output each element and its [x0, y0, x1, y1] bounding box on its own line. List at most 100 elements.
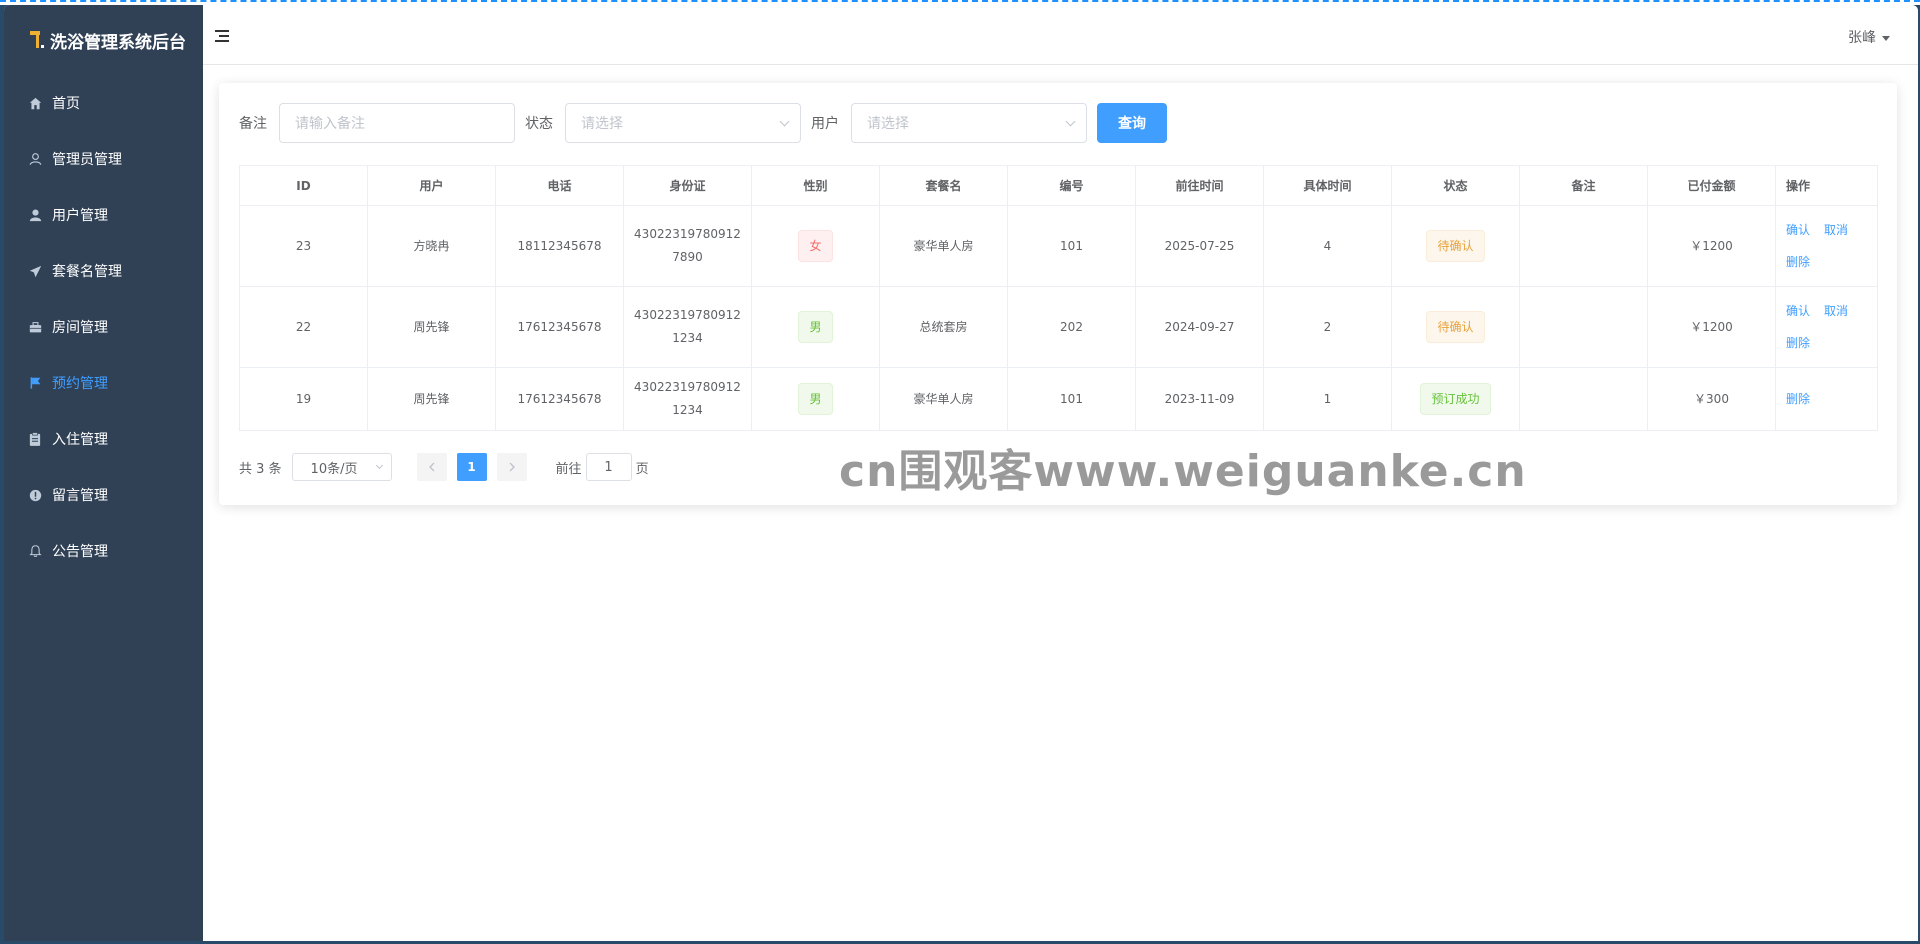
sidebar-item-label: 入住管理	[52, 432, 108, 448]
page-number-button[interactable]: 1	[456, 453, 487, 481]
cell-time: 2	[1263, 286, 1392, 368]
remark-label: 备注	[239, 116, 267, 132]
cell-gender: 女	[751, 205, 880, 287]
cell-user: 方晓冉	[367, 205, 496, 287]
table-row: 22 周先锋 17612345678 430223197809121234 男 …	[239, 286, 1878, 368]
clipboard-icon	[28, 432, 42, 446]
sidebar-item-label: 公告管理	[52, 544, 108, 560]
status-label: 状态	[525, 116, 553, 132]
sidebar-item-users[interactable]: 用户管理	[4, 187, 203, 243]
table-header-row: ID 用户 电话 身份证 性别 套餐名 编号 前往时间 具体时间 状态 备注 已…	[239, 165, 1878, 206]
flag-icon	[28, 376, 42, 390]
cell-package: 总统套房	[879, 286, 1008, 368]
cell-number: 101	[1007, 205, 1136, 287]
status-tag: 预订成功	[1420, 383, 1491, 415]
status-placeholder: 请选择	[581, 116, 623, 132]
user-select[interactable]: 请选择	[851, 103, 1087, 143]
sidebar-item-admin[interactable]: 管理员管理	[4, 131, 203, 187]
cell-gender: 男	[751, 286, 880, 368]
goto-page-input[interactable]: 1	[585, 453, 632, 481]
sidebar-item-reservations[interactable]: 预约管理	[4, 355, 203, 411]
cell-remark	[1519, 367, 1648, 431]
reservation-table: ID 用户 电话 身份证 性别 套餐名 编号 前往时间 具体时间 状态 备注 已…	[239, 165, 1878, 431]
send-icon	[28, 264, 42, 278]
col-header-actions: 操作	[1775, 165, 1878, 206]
col-header-date: 前往时间	[1135, 165, 1264, 206]
home-icon	[28, 96, 42, 110]
reservation-card: 备注 请输入备注 状态 请选择 用户 请选择 查询 ID 用户 电话 身份证 性…	[219, 83, 1897, 505]
status-select[interactable]: 请选择	[565, 103, 801, 143]
sidebar-item-packages[interactable]: 套餐名管理	[4, 243, 203, 299]
bell-icon	[28, 544, 42, 558]
cell-package: 豪华单人房	[879, 205, 1008, 287]
cell-number: 101	[1007, 367, 1136, 431]
cancel-button[interactable]: 取消	[1824, 295, 1848, 327]
confirm-button[interactable]: 确认	[1786, 295, 1810, 327]
status-tag: 待确认	[1426, 230, 1485, 262]
cell-time: 1	[1263, 367, 1392, 431]
col-header-remark: 备注	[1519, 165, 1648, 206]
cell-date: 2024-09-27	[1135, 286, 1264, 368]
hamburger-icon[interactable]	[215, 30, 229, 42]
col-header-package: 套餐名	[879, 165, 1008, 206]
briefcase-icon	[28, 320, 42, 334]
col-header-idcard: 身份证	[623, 165, 752, 206]
page-size-select[interactable]: 10条/页	[291, 453, 392, 481]
cell-actions: 确认 取消 删除	[1775, 286, 1878, 368]
cell-date: 2025-07-25	[1135, 205, 1264, 287]
chevron-left-icon[interactable]	[416, 453, 447, 481]
sidebar-item-rooms[interactable]: 房间管理	[4, 299, 203, 355]
cell-status: 预订成功	[1391, 367, 1520, 431]
remark-placeholder: 请输入备注	[295, 116, 365, 132]
sidebar: 洗浴管理系统后台 首页 管理员管理 用户管理 套餐名管理 房间管理 预约管理 入…	[4, 5, 203, 941]
cell-idcard: 430223197809127890	[623, 205, 752, 287]
user-label: 用户	[811, 116, 839, 132]
confirm-button[interactable]: 确认	[1786, 214, 1810, 246]
sidebar-item-checkin[interactable]: 入住管理	[4, 411, 203, 467]
cancel-button[interactable]: 取消	[1824, 214, 1848, 246]
cell-date: 2023-11-09	[1135, 367, 1264, 431]
app-logo: 洗浴管理系统后台	[4, 5, 203, 75]
table-row: 23 方晓冉 18112345678 430223197809127890 女 …	[239, 205, 1878, 287]
caret-down-icon	[1882, 35, 1890, 41]
page-jumper: 前往 1 页	[556, 453, 649, 481]
gender-tag: 男	[798, 311, 833, 343]
cell-phone: 18112345678	[495, 205, 624, 287]
sidebar-item-label: 首页	[52, 96, 80, 112]
cell-paid: ￥1200	[1647, 205, 1776, 287]
query-button[interactable]: 查询	[1097, 103, 1167, 143]
cell-id: 23	[239, 205, 368, 287]
app-title: 洗浴管理系统后台	[50, 32, 186, 53]
cell-number: 202	[1007, 286, 1136, 368]
chevron-down-icon	[779, 116, 790, 127]
gender-tag: 女	[798, 230, 833, 262]
chevron-right-icon[interactable]	[496, 453, 527, 481]
main-area: 张峰 备注 请输入备注 状态 请选择 用户 请选择 查询 ID 用户 电话 身份…	[203, 5, 1918, 941]
chevron-down-icon	[1065, 116, 1076, 127]
cell-paid: ￥1200	[1647, 286, 1776, 368]
delete-button[interactable]: 删除	[1786, 246, 1810, 278]
app-frame: 洗浴管理系统后台 首页 管理员管理 用户管理 套餐名管理 房间管理 预约管理 入…	[4, 5, 1918, 941]
remark-input[interactable]: 请输入备注	[279, 103, 515, 143]
top-navbar: 张峰	[203, 5, 1918, 65]
user-dropdown[interactable]: 张峰	[1848, 27, 1890, 47]
delete-button[interactable]: 删除	[1786, 327, 1810, 359]
cell-gender: 男	[751, 367, 880, 431]
delete-button[interactable]: 删除	[1786, 383, 1810, 415]
sidebar-item-label: 房间管理	[52, 320, 108, 336]
sidebar-item-label: 用户管理	[52, 208, 108, 224]
sidebar-item-home[interactable]: 首页	[4, 75, 203, 131]
sidebar-menu: 首页 管理员管理 用户管理 套餐名管理 房间管理 预约管理 入住管理 留言管理 …	[4, 75, 203, 579]
cell-status: 待确认	[1391, 286, 1520, 368]
cell-phone: 17612345678	[495, 367, 624, 431]
user-outline-icon	[28, 152, 42, 166]
username: 张峰	[1848, 30, 1876, 46]
cell-time: 4	[1263, 205, 1392, 287]
logo-icon	[28, 30, 44, 50]
page-size-value: 10条/页	[310, 461, 358, 477]
sidebar-item-messages[interactable]: 留言管理	[4, 467, 203, 523]
sidebar-item-notices[interactable]: 公告管理	[4, 523, 203, 579]
col-header-time: 具体时间	[1263, 165, 1392, 206]
cell-user: 周先锋	[367, 286, 496, 368]
pagination: 共 3 条 10条/页 1 前往 1 页	[239, 453, 1877, 481]
